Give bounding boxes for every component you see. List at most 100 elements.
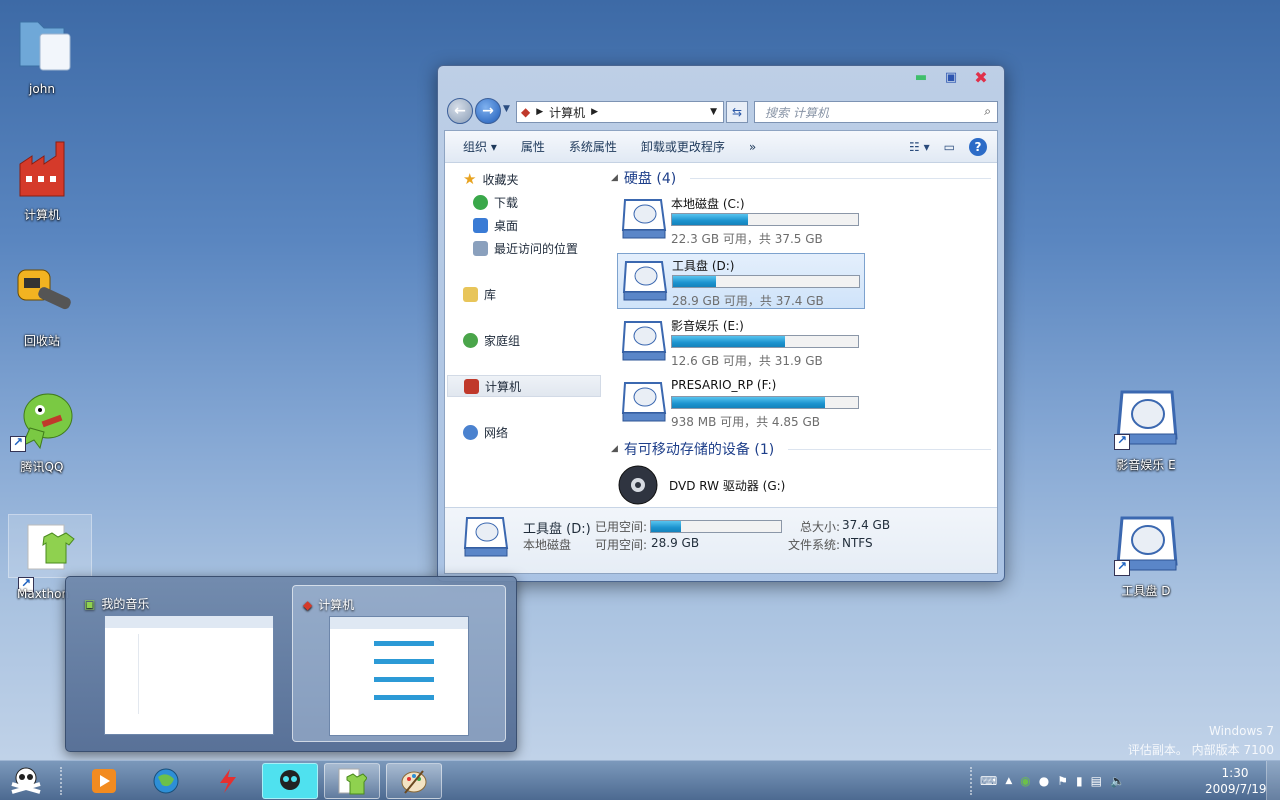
qq-penguin-icon[interactable]: ●	[1039, 774, 1049, 788]
nav-item-computer[interactable]: 计算机	[447, 375, 601, 397]
download-arrow-icon	[473, 194, 488, 210]
minimize-button[interactable]: ▬	[908, 68, 934, 86]
tray-grip[interactable]	[970, 767, 974, 795]
view-options-icon[interactable]: ☷ ▾	[909, 140, 930, 154]
taskbar-flash-app[interactable]	[200, 763, 256, 799]
action-center-flag-icon[interactable]: ⚑	[1057, 774, 1068, 788]
organize-menu[interactable]: 组织 ▾	[463, 138, 497, 155]
drive-item-f[interactable]: PRESARIO_RP (F:) 938 MB 可用，共 4.85 GB	[617, 375, 865, 431]
nav-item-recent[interactable]: 最近访问的位置	[473, 237, 578, 259]
breadcrumb[interactable]: 计算机	[549, 104, 585, 121]
history-dropdown-icon[interactable]: ▼	[503, 104, 510, 114]
show-desktop-button[interactable]	[1266, 761, 1280, 800]
maximize-button[interactable]: ▣	[938, 68, 964, 86]
drive-item-d[interactable]: 工具盘 (D:) 28.9 GB 可用，共 37.4 GB	[617, 253, 865, 309]
window-controls: ▬ ▣ ✖	[908, 68, 994, 87]
desktop-icon	[473, 217, 488, 233]
group-header-hard-disks[interactable]: ◢ 硬盘 (4)	[611, 168, 991, 188]
shortcut-arrow-icon	[1114, 433, 1130, 450]
desktop-icon-john[interactable]: john	[0, 12, 84, 96]
dvd-disc-icon	[618, 465, 658, 505]
address-bar[interactable]: ◆ ▶ 计算机 ▶ ▼	[516, 101, 724, 123]
preview-pane-icon[interactable]: ▭	[944, 140, 955, 154]
drive-space-info: 22.3 GB 可用，共 37.5 GB	[671, 232, 823, 246]
nav-item-homegroup[interactable]: 家庭组	[463, 329, 520, 351]
thumbnail-preview	[329, 616, 469, 736]
maxthon-shirt-icon	[338, 768, 367, 795]
drive-item-c[interactable]: 本地磁盘 (C:) 22.3 GB 可用，共 37.5 GB	[617, 192, 865, 248]
navigation-pane: ★ 收藏夹 下载 桌面 最近访问的位置 库 家庭组 计算机 网络	[445, 164, 603, 506]
drive-item-e[interactable]: 影音娱乐 (E:) 12.6 GB 可用，共 31.9 GB	[617, 314, 865, 370]
system-properties-button[interactable]: 系统属性	[569, 138, 617, 155]
drive-usage-bar	[671, 335, 859, 348]
desktop-icon-recycle-bin[interactable]: 回收站	[0, 262, 84, 349]
details-total-label: 总大小:	[800, 520, 841, 534]
nav-item-desktop[interactable]: 桌面	[473, 214, 518, 236]
volume-icon[interactable]: 🔈	[1110, 774, 1125, 788]
update-icon[interactable]: ◉	[1020, 774, 1030, 788]
search-input[interactable]: 搜索 计算机 ⌕	[754, 101, 998, 123]
user-folder-icon	[10, 12, 74, 76]
nav-item-favorites[interactable]: ★ 收藏夹	[463, 168, 518, 190]
show-hidden-icons-icon[interactable]: ▲	[1005, 776, 1012, 786]
uninstall-program-button[interactable]: 卸载或更改程序	[641, 138, 725, 155]
desktop-icon-label: Maxthon	[17, 587, 70, 601]
desktop-icon-label: 影音娱乐 E	[1116, 458, 1176, 472]
refresh-button[interactable]: ⇆	[726, 101, 748, 123]
nav-item-libraries[interactable]: 库	[463, 283, 496, 305]
desktop-icon-drive-d[interactable]: 工具盘 D	[1104, 512, 1188, 599]
collapse-icon: ◢	[611, 173, 618, 183]
hard-drive-icon	[621, 321, 667, 361]
details-used-label: 已用空间:	[595, 520, 648, 534]
details-total-value: 37.4 GB	[842, 518, 891, 532]
details-free-label: 可用空间:	[595, 538, 648, 552]
drive-item-dvd[interactable]: DVD RW 驱动器 (G:)	[617, 464, 785, 506]
drive-list: ◢ 硬盘 (4) 本地磁盘 (C:) 22.3 GB 可用，共 37.5 GB …	[611, 164, 997, 506]
search-icon[interactable]: ⌕	[984, 104, 991, 119]
hard-drive-icon	[621, 199, 667, 239]
keyboard-icon[interactable]: ⌨	[980, 774, 997, 788]
hard-drive-icon	[1114, 512, 1178, 576]
clock[interactable]: 1:30 2009/7/19	[1205, 765, 1267, 797]
close-button[interactable]: ✖	[968, 68, 994, 87]
more-commands-button[interactable]: »	[749, 140, 756, 154]
group-header-removable[interactable]: ◢ 有可移动存储的设备 (1)	[611, 439, 991, 459]
drive-space-info: 28.9 GB 可用，共 37.4 GB	[672, 294, 824, 308]
quicklaunch-grip[interactable]	[60, 767, 64, 795]
drive-usage-bar	[671, 396, 859, 409]
thumbnail-computer[interactable]: ◆ 计算机	[292, 585, 506, 742]
nav-item-downloads[interactable]: 下载	[473, 191, 518, 213]
taskbar-media-player[interactable]	[76, 763, 132, 799]
desktop-icon-drive-e[interactable]: 影音娱乐 E	[1104, 386, 1188, 473]
breadcrumb-separator-icon: ▶	[591, 107, 599, 117]
drive-usage-bar	[672, 275, 860, 288]
chainsaw-icon	[10, 262, 74, 326]
network-icon[interactable]: ▤	[1091, 774, 1102, 788]
desktop-icon-qq[interactable]: 腾讯QQ	[0, 388, 84, 475]
taskbar-skull-app[interactable]	[262, 763, 318, 799]
address-dropdown-icon[interactable]: ▼	[710, 107, 717, 117]
desktop-icon-maxthon[interactable]: Maxthon	[8, 514, 92, 601]
start-button[interactable]	[4, 763, 48, 799]
nav-item-network[interactable]: 网络	[463, 421, 508, 443]
system-tray: ⌨ ▲ ◉ ● ⚑ ▮ ▤ 🔈	[980, 761, 1125, 800]
network-globe-icon	[463, 424, 478, 440]
taskbar-paint[interactable]	[386, 763, 442, 799]
desktop-icon-label: 工具盘 D	[1121, 584, 1171, 598]
taskbar-explorer[interactable]	[324, 763, 380, 799]
explorer-window[interactable]: ▬ ▣ ✖ ← → ▼ ◆ ▶ 计算机 ▶ ▼ ⇆ 搜索 计算机 ⌕ 组织 ▾ …	[437, 65, 1005, 582]
drive-space-info: 12.6 GB 可用，共 31.9 GB	[671, 354, 823, 368]
computer-small-icon: ◆	[303, 597, 313, 612]
properties-button[interactable]: 属性	[521, 138, 545, 155]
desktop-icon-computer[interactable]: 计算机	[0, 136, 84, 223]
taskbar-browser[interactable]	[138, 763, 194, 799]
thumbnail-title: ▣ 我的音乐	[84, 596, 150, 612]
help-icon[interactable]: ?	[969, 138, 987, 156]
thumbnail-my-music[interactable]: ▣ 我的音乐	[74, 585, 288, 742]
forward-button[interactable]: →	[475, 98, 501, 124]
device-icon[interactable]: ▮	[1076, 774, 1083, 788]
back-button[interactable]: ←	[447, 98, 473, 124]
drive-name: PRESARIO_RP (F:)	[671, 378, 777, 392]
details-fs-label: 文件系统:	[788, 538, 841, 552]
windows-evaluation-watermark: Windows 7 评估副本。 内部版本 7100	[1127, 724, 1274, 757]
